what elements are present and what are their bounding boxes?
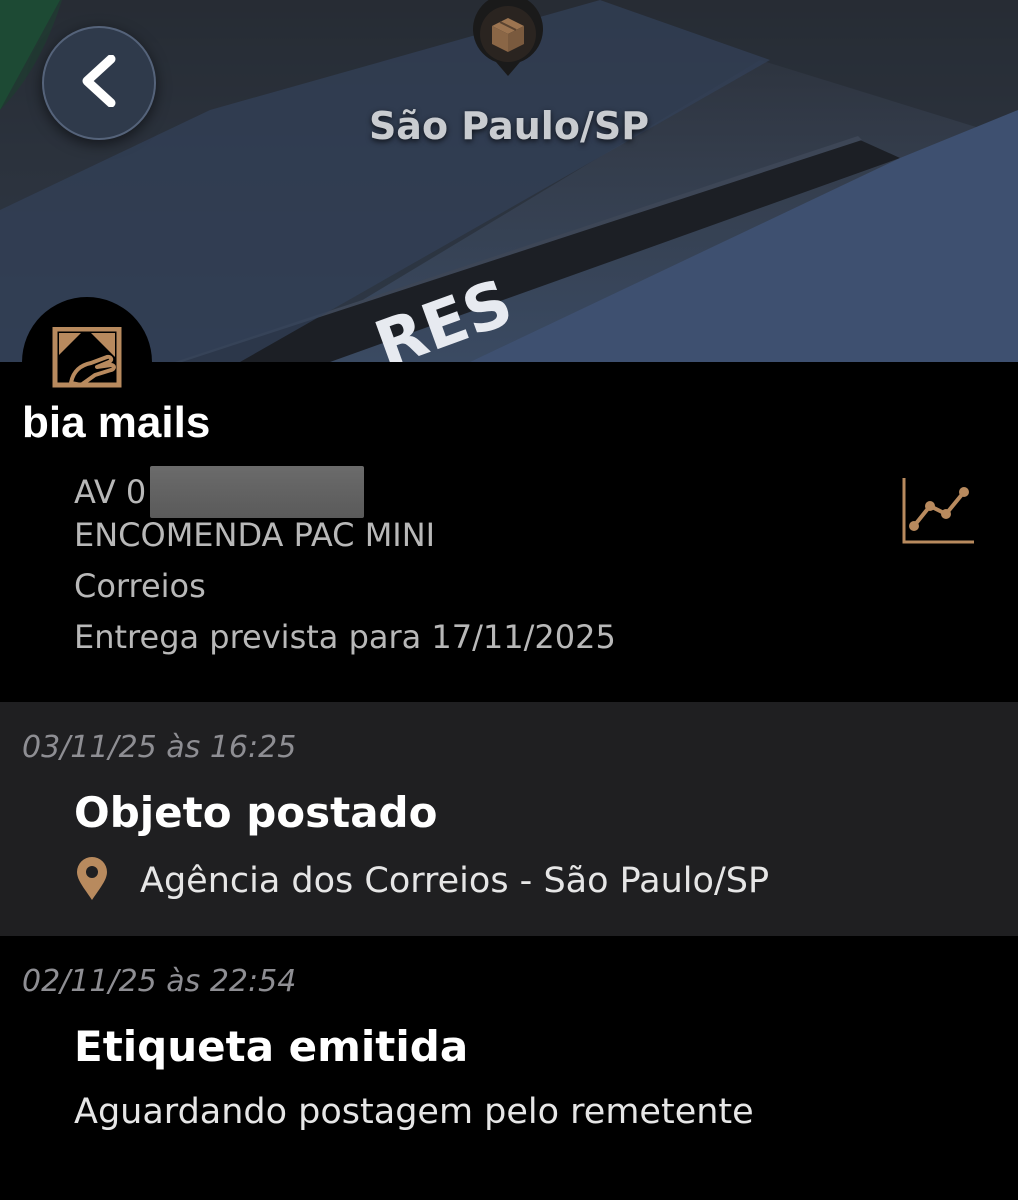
line-chart-icon [900,478,978,552]
delivery-estimate: Entrega prevista para 17/11/2025 [74,618,616,656]
tracking-chart-button[interactable] [900,474,978,548]
package-pin-icon [472,0,544,78]
event-description: Aguardando postagem pelo remetente [74,1092,754,1132]
map-city-label: São Paulo/SP [368,104,650,148]
tracking-code-redacted [150,466,365,518]
tracking-event: 03/11/25 às 16:25 Objeto postado Agência… [0,702,1018,936]
event-title: Etiqueta emitida [74,1022,469,1071]
map-header: RES São Paulo/SP [0,0,1018,362]
tracking-event: 02/11/25 às 22:54 Etiqueta emitida Aguar… [0,936,1018,1200]
tracking-code[interactable]: AV 0 [74,466,365,518]
tracking-code-prefix: AV 0 [74,473,147,511]
location-pin-icon [74,856,110,906]
event-datetime: 03/11/25 às 16:25 [22,730,297,765]
event-location: Agência dos Correios - São Paulo/SP [74,856,769,906]
event-datetime: 02/11/25 às 22:54 [22,964,297,999]
service-type: ENCOMENDA PAC MINI [74,516,436,554]
event-title: Objeto postado [74,788,438,837]
carrier-name: Correios [74,567,206,605]
package-handover-icon [51,326,123,393]
event-location-text: Agência dos Correios - São Paulo/SP [140,861,770,901]
chevron-left-icon [77,54,121,111]
store-name: bia mails [22,398,211,447]
